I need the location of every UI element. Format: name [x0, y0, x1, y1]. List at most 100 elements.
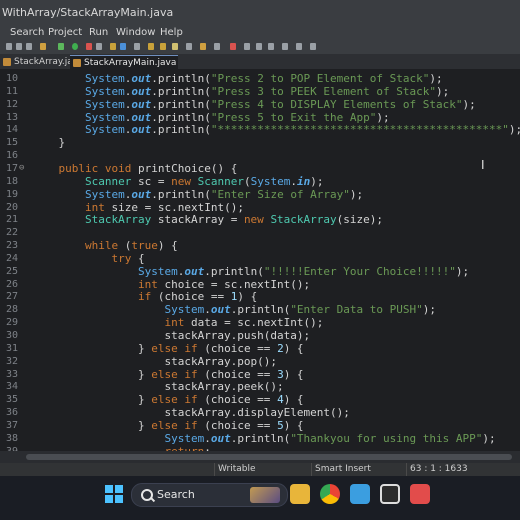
code-text: int choice = sc.nextInt();	[137, 277, 311, 291]
search-highlight-icon	[250, 487, 280, 503]
open-folder-icon[interactable]	[148, 43, 154, 50]
run-icon[interactable]	[72, 43, 78, 50]
code-line[interactable]: 26 int choice = sc.nextInt();	[0, 278, 520, 291]
code-line[interactable]: 24 try {	[0, 252, 520, 265]
line-number: 24	[5, 252, 18, 264]
code-line[interactable]: 30 stackArray.push(data);	[0, 329, 520, 342]
search-tool-icon[interactable]	[186, 43, 192, 50]
tab-stackarraymain[interactable]: StackArrayMain.java	[70, 55, 178, 70]
next-annotation-icon[interactable]	[214, 43, 220, 50]
eclipse-icon[interactable]	[410, 484, 430, 504]
code-line[interactable]: 32 stackArray.pop();	[0, 355, 520, 368]
code-line[interactable]: 29 int data = sc.nextInt();	[0, 316, 520, 329]
line-number: 22	[5, 227, 18, 239]
code-line[interactable]: 17 ⊖ public void printChoice() {	[0, 162, 520, 175]
editor-tabs: StackArray.java StackArrayMain.java	[0, 54, 520, 70]
code-line[interactable]: 15 }	[0, 136, 520, 149]
scrollbar-thumb[interactable]	[26, 454, 512, 460]
code-line[interactable]: 31 } else if (choice == 2) {	[0, 342, 520, 355]
code-text: } else if (choice == 2) {	[137, 341, 304, 355]
taskbar: Search	[0, 476, 520, 520]
code-line[interactable]: 37 } else if (choice == 5) {	[0, 419, 520, 432]
horizontal-scrollbar[interactable]	[0, 451, 520, 463]
line-number: 25	[5, 265, 18, 277]
code-line[interactable]: 18 Scanner sc = new Scanner(System.in);	[0, 175, 520, 188]
line-number: 34	[5, 381, 18, 393]
code-line[interactable]: 12 System.out.println("Press 4 to DISPLA…	[0, 98, 520, 111]
code-editor[interactable]: 10 System.out.println("Press 2 to POP El…	[0, 69, 520, 451]
menu-search[interactable]: Search	[10, 26, 44, 40]
code-line[interactable]: 36 stackArray.displayElement();	[0, 406, 520, 419]
code-line[interactable]: 21 StackArray stackArray = new StackArra…	[0, 213, 520, 226]
code-line[interactable]: 19 System.out.println("Enter Size of Arr…	[0, 188, 520, 201]
line-number: 36	[5, 407, 18, 419]
status-writable: Writable	[214, 463, 256, 476]
line-number: 13	[5, 111, 18, 123]
forward-arrow-icon[interactable]	[256, 43, 262, 50]
pin-icon[interactable]	[296, 43, 302, 50]
toolbar	[0, 40, 520, 55]
code-line[interactable]: 16	[0, 149, 520, 162]
windows-start-icon[interactable]	[105, 485, 123, 503]
code-text: } else if (choice == 4) {	[137, 393, 304, 407]
chrome-icon[interactable]	[320, 484, 340, 504]
new-class-icon[interactable]	[120, 43, 126, 50]
perspective-icon[interactable]	[310, 43, 316, 50]
code-line[interactable]: 14 System.out.println("*****************…	[0, 123, 520, 136]
taskbar-search[interactable]: Search	[131, 483, 288, 507]
code-line[interactable]: 33 } else if (choice == 3) {	[0, 368, 520, 381]
code-line[interactable]: 10 System.out.println("Press 2 to POP El…	[0, 72, 520, 85]
code-text: Scanner sc = new Scanner(System.in);	[84, 174, 324, 188]
java-file-icon	[73, 59, 81, 67]
code-line[interactable]: 35 } else if (choice == 4) {	[0, 393, 520, 406]
code-line[interactable]: 28 System.out.println("Enter Data to PUS…	[0, 303, 520, 316]
menu-help[interactable]: Help	[160, 26, 183, 40]
stop-icon[interactable]	[86, 43, 92, 50]
line-number: 26	[5, 278, 18, 290]
notepad-icon[interactable]	[350, 484, 370, 504]
line-number: 27	[5, 291, 18, 303]
code-line[interactable]: 23 while (true) {	[0, 239, 520, 252]
code-text: while (true) {	[84, 239, 178, 253]
code-line[interactable]: 25 System.out.println("!!!!!Enter Your C…	[0, 265, 520, 278]
code-line[interactable]: 11 System.out.println("Press 3 to PEEK E…	[0, 85, 520, 98]
new-package-icon[interactable]	[110, 43, 116, 50]
new-file-icon[interactable]	[6, 43, 12, 50]
window-title-bar: WithArray/StackArrayMain.java	[0, 0, 520, 26]
open-type-icon[interactable]	[134, 43, 140, 50]
save-icon[interactable]	[16, 43, 22, 50]
code-text: System.out.println("Press 5 to Exit the …	[84, 110, 390, 124]
external-tools-icon[interactable]	[96, 43, 102, 50]
line-number: 29	[5, 317, 18, 329]
code-line[interactable]: 38 System.out.println("Thankyou for usin…	[0, 432, 520, 445]
folder-icon[interactable]	[160, 43, 166, 50]
file-explorer-icon[interactable]	[290, 484, 310, 504]
code-line[interactable]: 13 System.out.println("Press 5 to Exit t…	[0, 111, 520, 124]
code-line[interactable]: 27 if (choice == 1) {	[0, 290, 520, 303]
code-line[interactable]: 20 int size = sc.nextInt();	[0, 201, 520, 214]
navigate-icon[interactable]	[282, 43, 288, 50]
annotation-icon[interactable]	[200, 43, 206, 50]
window-title: WithArray/StackArrayMain.java	[2, 6, 174, 19]
code-line[interactable]: 34 stackArray.peek();	[0, 380, 520, 393]
save-all-icon[interactable]	[26, 43, 32, 50]
tab-stackarray[interactable]: StackArray.java	[0, 55, 84, 69]
bookmark-icon[interactable]	[230, 43, 236, 50]
code-text: System.out.println("Enter Size of Array"…	[84, 187, 364, 201]
menu-window[interactable]: Window	[116, 26, 155, 40]
line-number: 30	[5, 330, 18, 341]
menu-project[interactable]: Project	[48, 26, 82, 40]
line-number: 28	[5, 304, 18, 316]
debug-icon[interactable]	[58, 43, 64, 50]
back-arrow-icon[interactable]	[244, 43, 250, 50]
build-icon[interactable]	[40, 43, 46, 50]
menu-run[interactable]: Run	[89, 26, 108, 40]
code-text: System.out.println("Enter Data to PUSH")…	[164, 303, 437, 317]
last-edit-icon[interactable]	[268, 43, 274, 50]
terminal-icon[interactable]	[380, 484, 400, 504]
code-text: try {	[111, 251, 145, 265]
pen-icon[interactable]	[172, 43, 178, 50]
line-number: 32	[5, 355, 18, 367]
fold-toggle-icon[interactable]: ⊖	[19, 162, 27, 175]
code-line[interactable]: 22	[0, 226, 520, 239]
